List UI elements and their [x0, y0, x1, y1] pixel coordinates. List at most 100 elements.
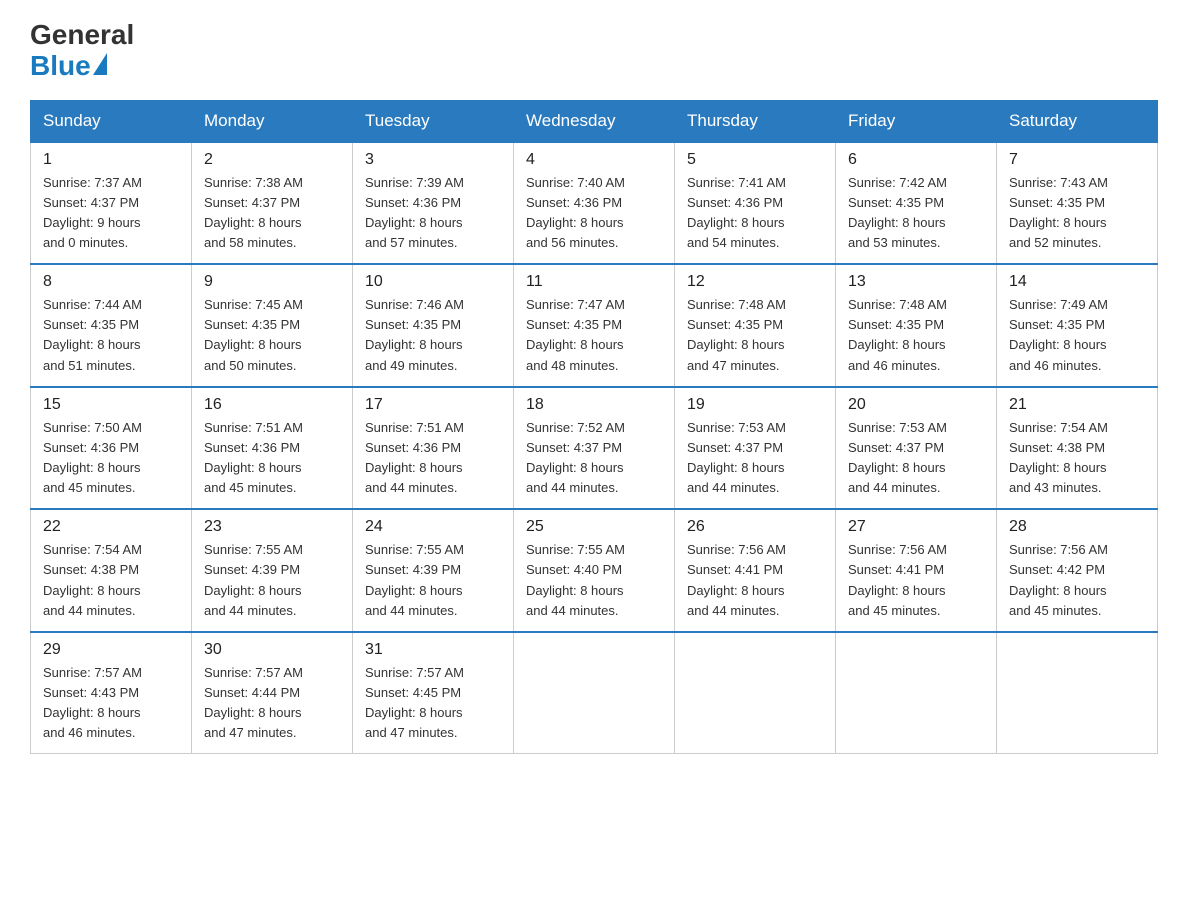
day-info: Sunrise: 7:49 AMSunset: 4:35 PMDaylight:…	[1009, 295, 1147, 376]
day-number: 12	[687, 273, 825, 291]
day-info: Sunrise: 7:51 AMSunset: 4:36 PMDaylight:…	[365, 418, 503, 499]
day-number: 15	[43, 396, 181, 414]
day-number: 19	[687, 396, 825, 414]
calendar-day-cell: 28 Sunrise: 7:56 AMSunset: 4:42 PMDayligh…	[997, 509, 1158, 632]
header-tuesday: Tuesday	[353, 100, 514, 142]
day-info: Sunrise: 7:56 AMSunset: 4:41 PMDaylight:…	[687, 540, 825, 621]
logo-general-text: General	[30, 20, 134, 51]
day-info: Sunrise: 7:48 AMSunset: 4:35 PMDaylight:…	[848, 295, 986, 376]
calendar-day-cell: 24Sunrise: 7:55 AMSunset: 4:39 PMDayligh…	[353, 509, 514, 632]
day-number: 4	[526, 151, 664, 169]
day-number: 17	[365, 396, 503, 414]
calendar-table: SundayMondayTuesdayWednesdayThursdayFrid…	[30, 100, 1158, 755]
page-header: General Blue	[30, 20, 1158, 82]
day-info: Sunrise: 7:40 AMSunset: 4:36 PMDaylight:…	[526, 173, 664, 254]
day-info: Sunrise: 7:56 AMSunset: 4:42 PMDaylight:…	[1009, 540, 1147, 621]
calendar-empty-cell	[675, 632, 836, 754]
day-info: Sunrise: 7:55 AMSunset: 4:39 PMDaylight:…	[204, 540, 342, 621]
calendar-day-cell: 20 Sunrise: 7:53 AMSunset: 4:37 PMDayligh…	[836, 387, 997, 510]
calendar-day-cell: 13Sunrise: 7:48 AMSunset: 4:35 PMDayligh…	[836, 264, 997, 387]
day-info: Sunrise: 7:54 AMSunset: 4:38 PMDaylight:…	[43, 540, 181, 621]
day-number: 20	[848, 396, 986, 414]
calendar-day-cell: 22 Sunrise: 7:54 AMSunset: 4:38 PMDayligh…	[31, 509, 192, 632]
calendar-day-cell: 27 Sunrise: 7:56 AMSunset: 4:41 PMDayligh…	[836, 509, 997, 632]
day-number: 21	[1009, 396, 1147, 414]
day-number: 30	[204, 641, 342, 659]
header-thursday: Thursday	[675, 100, 836, 142]
calendar-day-cell: 26 Sunrise: 7:56 AMSunset: 4:41 PMDayligh…	[675, 509, 836, 632]
day-number: 31	[365, 641, 503, 659]
day-number: 5	[687, 151, 825, 169]
day-info: Sunrise: 7:45 AMSunset: 4:35 PMDaylight:…	[204, 295, 342, 376]
day-number: 29	[43, 641, 181, 659]
calendar-day-cell: 17 Sunrise: 7:51 AMSunset: 4:36 PMDayligh…	[353, 387, 514, 510]
day-number: 6	[848, 151, 986, 169]
calendar-day-cell: 16Sunrise: 7:51 AMSunset: 4:36 PMDayligh…	[192, 387, 353, 510]
day-info: Sunrise: 7:55 AMSunset: 4:40 PMDaylight:…	[526, 540, 664, 621]
day-number: 9	[204, 273, 342, 291]
calendar-day-cell: 23 Sunrise: 7:55 AMSunset: 4:39 PMDayligh…	[192, 509, 353, 632]
calendar-day-cell: 8Sunrise: 7:44 AMSunset: 4:35 PMDaylight…	[31, 264, 192, 387]
day-info: Sunrise: 7:48 AMSunset: 4:35 PMDaylight:…	[687, 295, 825, 376]
calendar-day-cell: 19Sunrise: 7:53 AMSunset: 4:37 PMDayligh…	[675, 387, 836, 510]
day-info: Sunrise: 7:57 AMSunset: 4:44 PMDaylight:…	[204, 663, 342, 744]
calendar-day-cell: 30 Sunrise: 7:57 AMSunset: 4:44 PMDayligh…	[192, 632, 353, 754]
day-info: Sunrise: 7:41 AMSunset: 4:36 PMDaylight:…	[687, 173, 825, 254]
day-info: Sunrise: 7:44 AMSunset: 4:35 PMDaylight:…	[43, 295, 181, 376]
day-number: 23	[204, 518, 342, 536]
calendar-week-row: 22 Sunrise: 7:54 AMSunset: 4:38 PMDayligh…	[31, 509, 1158, 632]
day-number: 27	[848, 518, 986, 536]
day-number: 26	[687, 518, 825, 536]
day-info: Sunrise: 7:57 AMSunset: 4:45 PMDaylight:…	[365, 663, 503, 744]
calendar-empty-cell	[836, 632, 997, 754]
day-info: Sunrise: 7:50 AMSunset: 4:36 PMDaylight:…	[43, 418, 181, 499]
day-info: Sunrise: 7:38 AMSunset: 4:37 PMDaylight:…	[204, 173, 342, 254]
calendar-day-cell: 6 Sunrise: 7:42 AMSunset: 4:35 PMDaylight…	[836, 142, 997, 265]
calendar-week-row: 8Sunrise: 7:44 AMSunset: 4:35 PMDaylight…	[31, 264, 1158, 387]
calendar-header-row: SundayMondayTuesdayWednesdayThursdayFrid…	[31, 100, 1158, 142]
day-number: 10	[365, 273, 503, 291]
calendar-day-cell: 25 Sunrise: 7:55 AMSunset: 4:40 PMDayligh…	[514, 509, 675, 632]
day-info: Sunrise: 7:53 AMSunset: 4:37 PMDaylight:…	[848, 418, 986, 499]
day-number: 25	[526, 518, 664, 536]
header-saturday: Saturday	[997, 100, 1158, 142]
day-info: Sunrise: 7:56 AMSunset: 4:41 PMDaylight:…	[848, 540, 986, 621]
day-info: Sunrise: 7:42 AMSunset: 4:35 PMDaylight:…	[848, 173, 986, 254]
calendar-day-cell: 11Sunrise: 7:47 AMSunset: 4:35 PMDayligh…	[514, 264, 675, 387]
day-info: Sunrise: 7:43 AMSunset: 4:35 PMDaylight:…	[1009, 173, 1147, 254]
calendar-day-cell: 7 Sunrise: 7:43 AMSunset: 4:35 PMDaylight…	[997, 142, 1158, 265]
logo-triangle-icon	[93, 53, 107, 75]
calendar-day-cell: 31 Sunrise: 7:57 AMSunset: 4:45 PMDayligh…	[353, 632, 514, 754]
calendar-empty-cell	[997, 632, 1158, 754]
calendar-week-row: 15 Sunrise: 7:50 AMSunset: 4:36 PMDayligh…	[31, 387, 1158, 510]
day-number: 14	[1009, 273, 1147, 291]
day-info: Sunrise: 7:52 AMSunset: 4:37 PMDaylight:…	[526, 418, 664, 499]
header-sunday: Sunday	[31, 100, 192, 142]
day-info: Sunrise: 7:39 AMSunset: 4:36 PMDaylight:…	[365, 173, 503, 254]
calendar-day-cell: 10 Sunrise: 7:46 AMSunset: 4:35 PMDayligh…	[353, 264, 514, 387]
day-info: Sunrise: 7:57 AMSunset: 4:43 PMDaylight:…	[43, 663, 181, 744]
day-number: 1	[43, 151, 181, 169]
day-number: 28	[1009, 518, 1147, 536]
header-friday: Friday	[836, 100, 997, 142]
logo-blue-text: Blue	[30, 51, 107, 82]
day-number: 2	[204, 151, 342, 169]
calendar-day-cell: 15 Sunrise: 7:50 AMSunset: 4:36 PMDayligh…	[31, 387, 192, 510]
calendar-week-row: 1Sunrise: 7:37 AMSunset: 4:37 PMDaylight…	[31, 142, 1158, 265]
calendar-week-row: 29 Sunrise: 7:57 AMSunset: 4:43 PMDayligh…	[31, 632, 1158, 754]
logo: General Blue	[30, 20, 134, 82]
calendar-day-cell: 29 Sunrise: 7:57 AMSunset: 4:43 PMDayligh…	[31, 632, 192, 754]
day-info: Sunrise: 7:46 AMSunset: 4:35 PMDaylight:…	[365, 295, 503, 376]
header-wednesday: Wednesday	[514, 100, 675, 142]
day-number: 16	[204, 396, 342, 414]
day-info: Sunrise: 7:47 AMSunset: 4:35 PMDaylight:…	[526, 295, 664, 376]
day-info: Sunrise: 7:54 AMSunset: 4:38 PMDaylight:…	[1009, 418, 1147, 499]
day-number: 18	[526, 396, 664, 414]
calendar-empty-cell	[514, 632, 675, 754]
calendar-day-cell: 4 Sunrise: 7:40 AMSunset: 4:36 PMDaylight…	[514, 142, 675, 265]
calendar-day-cell: 5 Sunrise: 7:41 AMSunset: 4:36 PMDaylight…	[675, 142, 836, 265]
day-number: 22	[43, 518, 181, 536]
day-number: 7	[1009, 151, 1147, 169]
calendar-day-cell: 9 Sunrise: 7:45 AMSunset: 4:35 PMDaylight…	[192, 264, 353, 387]
calendar-day-cell: 1Sunrise: 7:37 AMSunset: 4:37 PMDaylight…	[31, 142, 192, 265]
